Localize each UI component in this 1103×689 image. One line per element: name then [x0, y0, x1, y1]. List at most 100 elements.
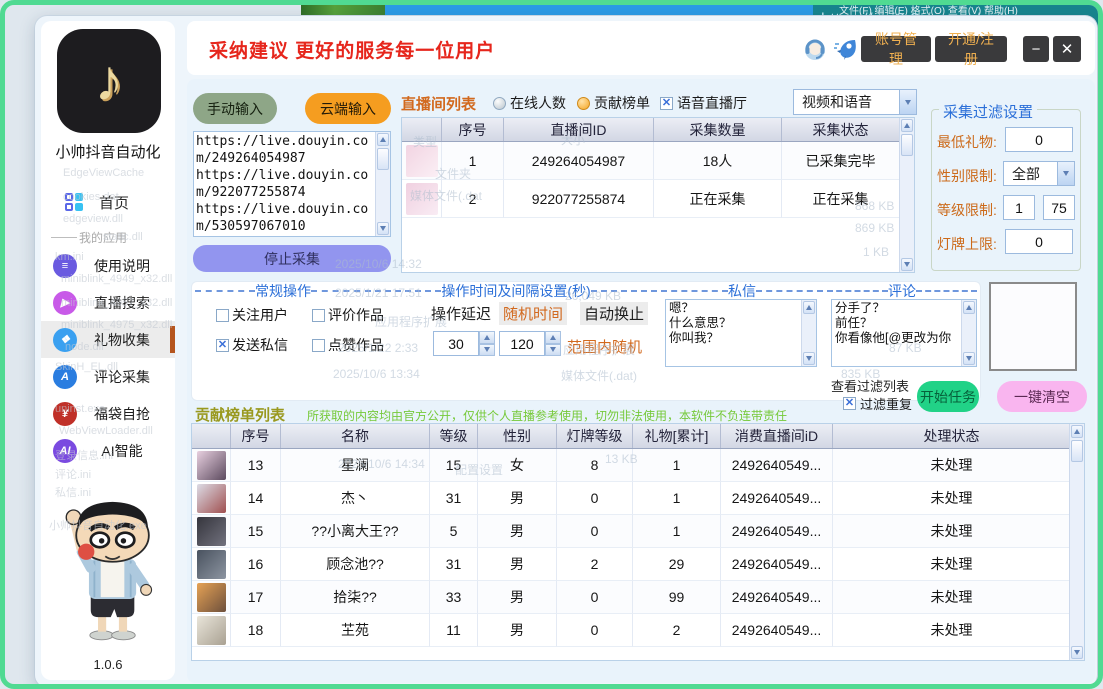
- delay-min-value[interactable]: 30: [433, 331, 479, 356]
- stop-collect-button[interactable]: 停止采集: [193, 245, 391, 272]
- table-row[interactable]: 17 拾柒?? 33 男 0 99 2492640549... 未处理: [192, 581, 1069, 614]
- sidebar-item[interactable]: ▶ 直播搜索: [41, 284, 175, 321]
- cloud-input-button[interactable]: 云端输入: [305, 93, 391, 124]
- cell-level: 11: [430, 614, 478, 647]
- scroll-up-icon[interactable]: [377, 133, 389, 146]
- lamp-input[interactable]: 0: [1005, 229, 1073, 254]
- sidebar-item[interactable]: ❖ 礼物收集: [41, 321, 175, 358]
- checkbox-checked-icon[interactable]: ✕: [660, 97, 673, 110]
- mascot-image: [49, 489, 167, 649]
- dup-filter-checkbox[interactable]: ✕ 过滤重复: [843, 394, 912, 413]
- scrollbar-thumb[interactable]: [1071, 440, 1083, 462]
- avatar: [406, 145, 438, 177]
- textarea-scrollbar[interactable]: [375, 132, 390, 236]
- radio-selected-icon[interactable]: [577, 97, 590, 110]
- scroll-up-icon[interactable]: [963, 301, 975, 314]
- rocket-icon[interactable]: [833, 36, 859, 62]
- general-ops-title: 常规操作: [195, 281, 371, 301]
- checkbox-checked-icon[interactable]: ✕: [216, 339, 229, 352]
- comment-scrollbar[interactable]: [961, 300, 976, 366]
- preview-box: [989, 282, 1077, 371]
- rank-list-label: 贡献榜单: [594, 93, 650, 113]
- table-row[interactable]: 2 922077255874 正在采集 正在采集: [402, 180, 899, 218]
- rank-table-scrollbar[interactable]: [1069, 424, 1084, 660]
- minimize-button[interactable]: −: [1023, 36, 1049, 62]
- scrollbar-thumb[interactable]: [377, 148, 389, 170]
- register-button[interactable]: 开通/注册: [935, 36, 1007, 62]
- rate-work-checkbox[interactable]: 评价作品: [312, 305, 384, 325]
- cell-lamp-level: 0: [557, 515, 633, 548]
- sidebar-item[interactable]: A 评论采集: [41, 358, 175, 395]
- cell-room-id: 2492640549...: [721, 515, 833, 548]
- chevron-down-icon[interactable]: [1057, 162, 1074, 185]
- room-url-textarea[interactable]: https://live.douyin.com/249264054987 htt…: [193, 131, 391, 237]
- spin-down-icon[interactable]: [479, 344, 495, 357]
- sidebar-item[interactable]: ¥ 福袋自抢: [41, 395, 175, 432]
- send-dm-checkbox[interactable]: ✕ 发送私信: [216, 335, 288, 355]
- checkbox-icon[interactable]: [312, 309, 325, 322]
- start-task-button[interactable]: 开始任务: [917, 381, 979, 412]
- table-row[interactable]: 18 芏苑 11 男 0 2 2492640549... 未处理: [192, 614, 1069, 647]
- like-work-checkbox[interactable]: 点赞作品: [312, 335, 384, 355]
- rank-list-radio[interactable]: 贡献榜单: [577, 93, 650, 113]
- auto-switch-label[interactable]: 自动换止: [580, 302, 648, 325]
- table-row[interactable]: 13 星澜 15 女 8 1 2492640549... 未处理: [192, 449, 1069, 482]
- cell-level: 31: [430, 548, 478, 581]
- spin-down-icon[interactable]: [545, 344, 561, 357]
- scroll-down-icon[interactable]: [377, 222, 389, 235]
- spin-up-icon[interactable]: [479, 331, 495, 344]
- table-row[interactable]: 15 ??小离大王?? 5 男 0 1 2492640549... 未处理: [192, 515, 1069, 548]
- dm-textarea[interactable]: 嗯？ 什么意思？ 你叫我？: [665, 299, 817, 367]
- spin-up-icon[interactable]: [545, 331, 561, 344]
- radio-icon[interactable]: [493, 97, 506, 110]
- level-max-input[interactable]: 75: [1043, 195, 1075, 220]
- scroll-up-icon[interactable]: [803, 301, 815, 314]
- scroll-down-icon[interactable]: [901, 258, 913, 271]
- min-gift-input[interactable]: 0: [1005, 127, 1073, 152]
- follow-user-checkbox[interactable]: 关注用户: [216, 305, 288, 325]
- account-manage-button[interactable]: 账号管理: [861, 36, 931, 62]
- mode-select[interactable]: 视频和语音: [793, 89, 917, 115]
- cell-name: 芏苑: [281, 614, 430, 647]
- room-table-scrollbar[interactable]: [899, 118, 914, 272]
- cell-gift-total: 1: [633, 449, 721, 482]
- scroll-down-icon[interactable]: [1071, 646, 1083, 659]
- delay-max-stepper[interactable]: 120: [499, 331, 561, 356]
- sidebar-item-home[interactable]: 首页: [41, 187, 175, 217]
- scroll-up-icon[interactable]: [1071, 425, 1083, 438]
- scroll-down-icon[interactable]: [963, 352, 975, 365]
- sidebar-item[interactable]: ≡ 使用说明: [41, 247, 175, 284]
- manual-input-button[interactable]: 手动输入: [193, 93, 277, 124]
- checkbox-icon[interactable]: [312, 339, 325, 352]
- scroll-down-icon[interactable]: [803, 352, 815, 365]
- table-row[interactable]: 14 杰丶 31 男 0 1 2492640549... 未处理: [192, 482, 1069, 515]
- scroll-up-icon[interactable]: [901, 119, 913, 132]
- comment-textarea[interactable]: 分手了？ 前任？ 你看像他[@更改为你: [831, 299, 977, 367]
- level-min-input[interactable]: 1: [1003, 195, 1035, 220]
- scrollbar-thumb[interactable]: [901, 134, 913, 156]
- dm-scrollbar[interactable]: [801, 300, 816, 366]
- gender-select[interactable]: 全部: [1003, 161, 1075, 186]
- cell-status: 未处理: [833, 581, 1069, 614]
- dup-filter-label: 过滤重复: [860, 394, 912, 413]
- checkbox-icon[interactable]: [216, 309, 229, 322]
- sidebar-item-icon: ¥: [53, 402, 77, 426]
- checkbox-checked-icon[interactable]: ✕: [843, 397, 856, 410]
- chevron-down-icon[interactable]: [899, 90, 916, 114]
- random-time-label[interactable]: 随机时间: [499, 302, 567, 325]
- sidebar-item[interactable]: AI AI智能: [41, 432, 175, 469]
- customer-service-icon[interactable]: [802, 36, 828, 62]
- table-row[interactable]: 1 249264054987 18人 已采集完毕: [402, 142, 899, 180]
- delay-max-value[interactable]: 120: [499, 331, 545, 356]
- timing-title: 操作时间及间隔设置(秒): [375, 281, 657, 301]
- close-button[interactable]: ✕: [1053, 36, 1081, 62]
- voice-room-checkbox[interactable]: ✕ 语音直播厅: [660, 93, 747, 113]
- table-row[interactable]: 16 顾念池?? 31 男 2 29 2492640549... 未处理: [192, 548, 1069, 581]
- view-filter-link[interactable]: 查看过滤列表: [831, 376, 909, 395]
- clear-all-button[interactable]: 一键清空: [997, 381, 1087, 412]
- delay-min-stepper[interactable]: 30: [433, 331, 495, 356]
- online-count-radio[interactable]: 在线人数: [493, 93, 566, 113]
- rank-table-header: 序号 名称 等级 性别 灯牌等级 礼物[累计] 消费直播间iD 处理状态: [192, 424, 1069, 449]
- range-random-label: 范围内随机: [563, 335, 646, 358]
- room-table-body: 1 249264054987 18人 已采集完毕 2 922077255874 …: [402, 142, 899, 218]
